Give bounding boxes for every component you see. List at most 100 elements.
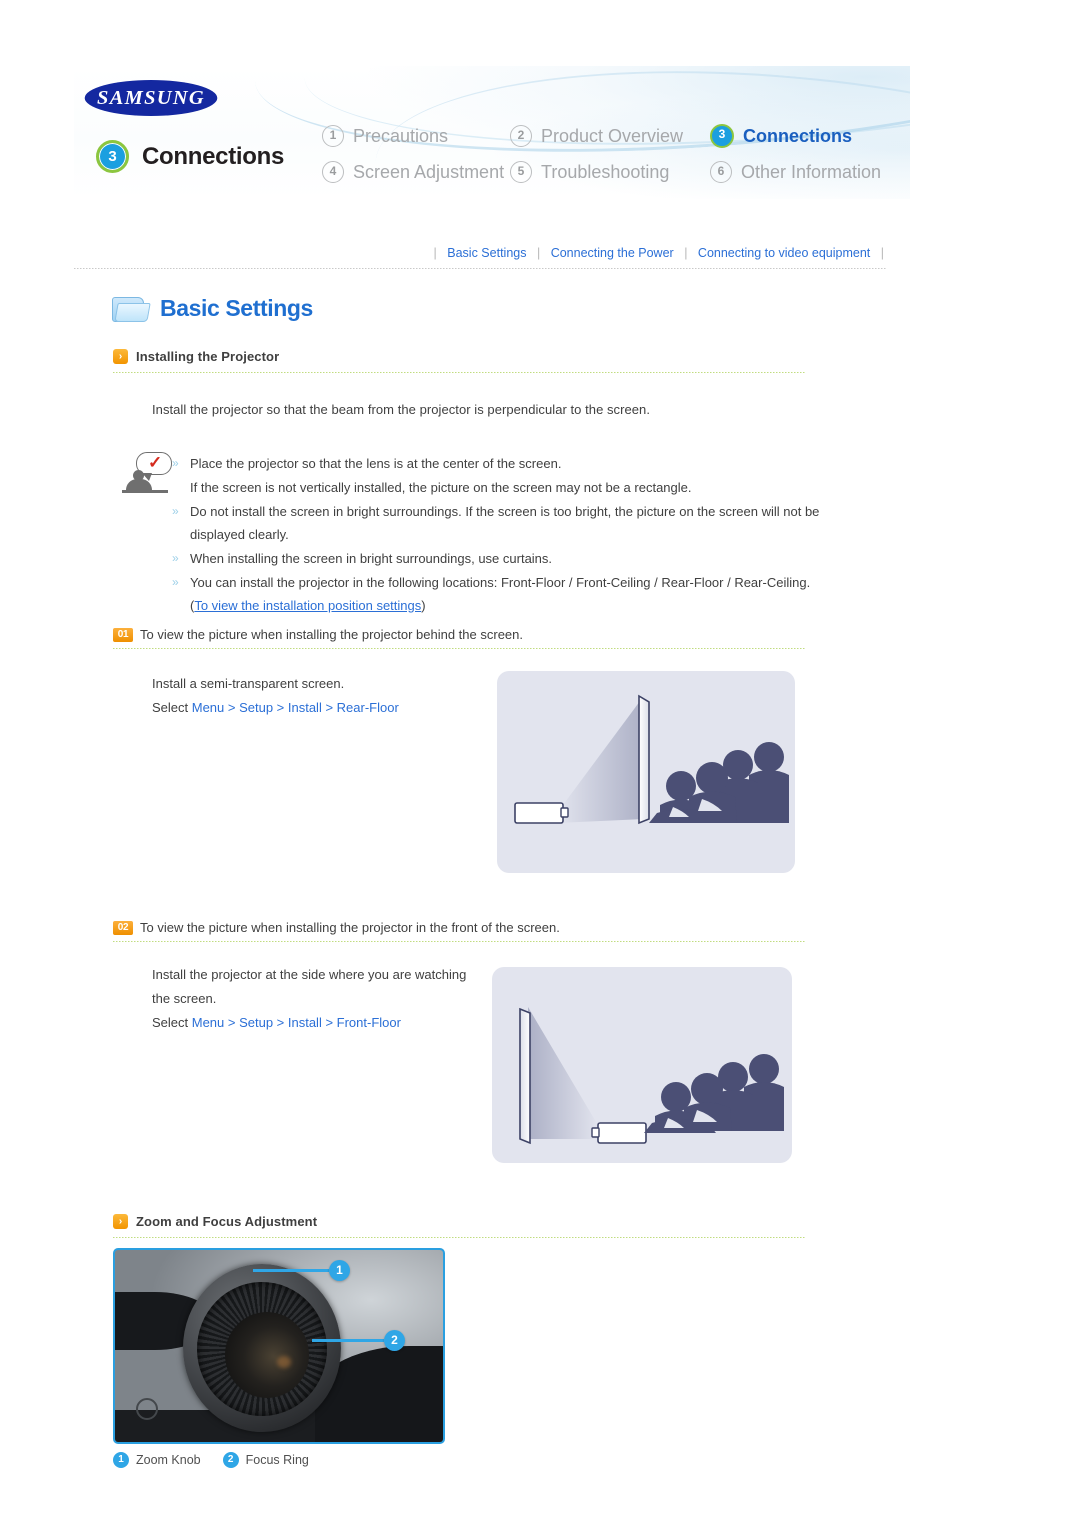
front-projection-svg [519,1007,784,1145]
subnav-link-connecting-to-video-equipment[interactable]: Connecting to video equipment [691,246,877,260]
bullet-chevron-icon: » [172,551,179,565]
callout-2-number: 2 [384,1330,405,1351]
step-02-select-prefix: Select [152,1015,192,1030]
nav-label-4: Screen Adjustment [353,161,505,182]
divider-step-02 [113,941,805,942]
folder-icon [112,294,151,322]
nav-item-precautions[interactable]: 1 Precautions [322,125,510,147]
projector-lens-photo: 1 2 [113,1248,445,1444]
bullet-chevron-icon: » [172,504,179,518]
bullet-text: Place the projector so that the lens is … [190,456,562,471]
link-installation-position-settings[interactable]: To view the installation position settin… [194,598,421,613]
bullet-text: When installing the screen in bright sur… [190,551,553,566]
subnav-link-basic-settings[interactable]: Basic Settings [440,246,533,260]
nav-item-troubleshooting[interactable]: 5 Troubleshooting [510,161,710,183]
subhead-installing-the-projector: › Installing the Projector [113,349,279,364]
divider-installing [113,372,805,373]
chapter-nav: 1 Precautions 2 Product Overview 3 Conne… [322,118,881,190]
nav-number-5: 5 [510,161,532,183]
legend-item-focus-ring: 2 Focus Ring [222,1452,309,1468]
subnav-separator: | [684,246,688,260]
chapter-title: 3 Connections [96,140,284,173]
step-title: To view the picture when installing the … [140,920,560,935]
nav-label-1: Precautions [353,125,449,146]
step-02-heading: 02 To view the picture when installing t… [113,920,560,935]
lens-glass [225,1312,309,1398]
section-title-text: Basic Settings [160,294,313,321]
lens-legend: 1 Zoom Knob 2 Focus Ring [113,1452,309,1468]
focus-ring-graphic [197,1282,327,1416]
section-title: Basic Settings [112,294,313,322]
nav-item-connections[interactable]: 3 Connections [710,124,881,148]
legend-number-1: 1 [113,1452,129,1468]
step-01-select-prefix: Select [152,700,192,715]
bullet-spacer: » [172,476,190,499]
step-number-badge: 02 [113,920,133,935]
step-02-select-line: Select Menu > Setup > Install > Front-Fl… [152,1011,466,1035]
front-projection-diagram [492,967,792,1163]
subnav-separator: | [880,246,884,260]
callout-1: 1 [253,1260,350,1281]
step-02-line1: Install the projector at the side where … [152,967,467,982]
step-title: To view the picture when installing the … [140,627,523,642]
subhead-zoom-focus-label: Zoom and Focus Adjustment [136,1214,318,1229]
samsung-logo: SAMSUNG [84,80,218,116]
rear-projection-svg [514,694,789,825]
nav-item-product-overview[interactable]: 2 Product Overview [510,125,710,147]
bullet-chevron-icon: » [172,456,179,470]
bullet-text: You can install the projector in the fol… [190,575,811,590]
chevron-right-icon: › [113,1214,128,1229]
subhead-zoom-and-focus: › Zoom and Focus Adjustment [113,1214,317,1229]
subhead-installing-label: Installing the Projector [136,349,280,364]
bullet-chevron-icon: » [172,575,179,589]
installing-intro-text: Install the projector so that the beam f… [152,402,650,417]
page-header: SAMSUNG 3 Connections 1 Precautions 2 Pr… [74,66,910,199]
subnav-link-connecting-the-power[interactable]: Connecting the Power [544,246,681,260]
step-number-badge: 01 [113,627,133,642]
legend-number-2: 2 [222,1452,239,1468]
list-item-continuation: » If the screen is not vertically instal… [172,476,862,499]
list-item: » Place the projector so that the lens i… [172,452,862,475]
note-person-check-icon: ✓ [122,452,174,494]
list-item: » When installing the screen in bright s… [172,547,862,570]
legend-label-focus-ring: Focus Ring [245,1453,309,1467]
chapter-number-badge: 3 [96,140,129,173]
divider-step-01 [113,648,805,649]
bullet-link-line: (To view the installation position setti… [190,594,862,617]
nav-label-3: Connections [743,125,853,146]
nav-number-4: 4 [322,161,344,183]
callout-1-number: 1 [329,1260,350,1281]
installing-bullet-list: » Place the projector so that the lens i… [172,452,862,618]
nav-item-screen-adjustment[interactable]: 4 Screen Adjustment [322,161,510,183]
nav-label-2: Product Overview [541,125,684,146]
chapter-label: Connections [142,142,285,170]
bullet-text: Do not install the screen in bright surr… [190,504,820,519]
link-close-paren: ) [421,598,426,613]
nav-item-other-information[interactable]: 6 Other Information [710,161,881,183]
step-01-menu-path[interactable]: Menu > Setup > Install > Rear-Floor [192,700,399,715]
bullet-continuation-text: If the screen is not vertically installe… [190,480,692,495]
step-01-heading: 01 To view the picture when installing t… [113,627,523,642]
sub-navigation: | Basic Settings | Connecting the Power … [74,246,884,260]
callout-2: 2 [312,1330,405,1351]
nav-label-5: Troubleshooting [541,161,670,182]
legend-label-zoom-knob: Zoom Knob [136,1453,201,1467]
step-02-line2: the screen. [152,991,217,1006]
subnav-divider [74,268,886,269]
bullet-continuation-text: displayed clearly. [190,527,289,542]
step-02-menu-path[interactable]: Menu > Setup > Install > Front-Floor [192,1015,401,1030]
list-item: » Do not install the screen in bright su… [172,500,862,546]
nav-number-3: 3 [710,124,734,148]
step-02-body: Install the projector at the side where … [152,963,466,1035]
nav-number-1: 1 [322,125,344,147]
subnav-separator: | [536,246,541,260]
rear-projection-diagram [497,671,795,873]
step-01-body: Install a semi-transparent screen. Selec… [152,672,399,720]
divider-zoom-focus [113,1237,805,1238]
list-item: » You can install the projector in the f… [172,571,862,617]
chevron-right-icon: › [113,349,128,364]
step-01-select-line: Select Menu > Setup > Install > Rear-Flo… [152,696,399,720]
nav-label-6: Other Information [741,161,882,182]
lens-side-ring [136,1398,158,1420]
step-01-line1: Install a semi-transparent screen. [152,676,345,691]
